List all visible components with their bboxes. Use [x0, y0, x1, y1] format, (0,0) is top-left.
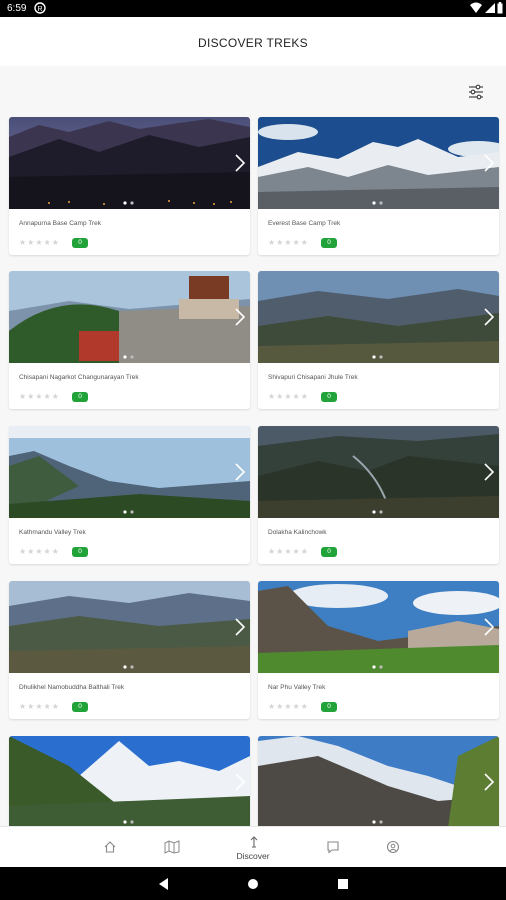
chevron-right-icon[interactable]	[483, 617, 495, 637]
recents-square-icon	[338, 879, 348, 889]
signal-icon	[485, 2, 496, 17]
star-rating: ★★★★★	[19, 547, 60, 556]
trek-name: Shivapuri Chisapani Jhule Trek	[268, 374, 358, 381]
rating-count-badge: 0	[72, 238, 88, 248]
chevron-right-icon[interactable]	[483, 462, 495, 482]
chevron-right-icon[interactable]	[234, 772, 246, 792]
nav-messages[interactable]	[304, 827, 364, 868]
trek-name: Kathmandu Valley Trek	[19, 529, 86, 536]
trek-card[interactable]: Chisapani Nagarkot Changunarayan Trek ★★…	[9, 271, 250, 409]
bottom-navigation: Discover	[0, 826, 506, 867]
trek-image	[258, 271, 499, 363]
nav-discover[interactable]: Discover	[223, 827, 283, 868]
trek-image	[258, 426, 499, 518]
rating-count-badge: 0	[72, 547, 88, 557]
star-rating: ★★★★★	[268, 702, 309, 711]
notification-icon: R	[34, 2, 46, 17]
trek-image	[258, 117, 499, 209]
nav-discover-label: Discover	[236, 851, 270, 861]
trek-card[interactable]: Dolakha Kalinchowk ★★★★★ 0	[258, 426, 499, 564]
trek-name: Annapurna Base Camp Trek	[19, 220, 102, 227]
discover-icon	[250, 836, 258, 848]
chevron-right-icon[interactable]	[234, 462, 246, 482]
app-bar: DISCOVER TREKS	[0, 17, 506, 66]
page-title: DISCOVER TREKS	[197, 36, 308, 50]
profile-icon	[386, 840, 400, 854]
svg-text:R: R	[38, 6, 43, 13]
nav-home[interactable]	[81, 827, 141, 868]
status-bar: 6:59 R	[0, 0, 506, 17]
trek-card[interactable]: Nar Phu Valley Trek ★★★★★ 0	[258, 581, 499, 719]
carousel-dots	[372, 201, 383, 205]
carousel-dots	[123, 665, 134, 669]
star-rating: ★★★★★	[268, 238, 309, 247]
home-system-button[interactable]	[244, 875, 262, 893]
chevron-right-icon[interactable]	[483, 772, 495, 792]
battery-icon	[497, 2, 503, 17]
chevron-right-icon[interactable]	[234, 153, 246, 173]
trek-image	[9, 271, 250, 363]
trek-image	[9, 581, 250, 673]
back-triangle-icon	[159, 878, 168, 890]
trek-name: Everest Base Camp Trek	[268, 220, 341, 227]
carousel-dots	[372, 510, 383, 514]
trek-list[interactable]: Annapurna Base Camp Trek ★★★★★ 0 Everest…	[0, 66, 506, 826]
trek-image	[9, 736, 250, 826]
trek-card[interactable]: Shivapuri Chisapani Jhule Trek ★★★★★ 0	[258, 271, 499, 409]
trek-image	[258, 736, 499, 826]
chevron-right-icon[interactable]	[234, 617, 246, 637]
carousel-dots	[123, 201, 134, 205]
trek-image	[258, 581, 499, 673]
chevron-right-icon[interactable]	[234, 307, 246, 327]
star-rating: ★★★★★	[268, 547, 309, 556]
nav-map[interactable]	[142, 827, 202, 868]
chevron-right-icon[interactable]	[483, 307, 495, 327]
trek-image	[9, 117, 250, 209]
carousel-dots	[372, 820, 383, 824]
trek-image	[9, 426, 250, 518]
trek-name: Chisapani Nagarkot Changunarayan Trek	[19, 374, 139, 381]
filter-sliders-icon	[469, 84, 483, 100]
rating-count-badge: 0	[72, 702, 88, 712]
trek-card[interactable]	[258, 736, 499, 826]
trek-card[interactable]: Dhulikhel Namobuddha Balthali Trek ★★★★★…	[9, 581, 250, 719]
carousel-dots	[372, 355, 383, 359]
wifi-icon	[470, 2, 482, 17]
star-rating: ★★★★★	[19, 702, 60, 711]
recents-button[interactable]	[334, 875, 352, 893]
carousel-dots	[372, 665, 383, 669]
star-rating: ★★★★★	[268, 392, 309, 401]
trek-card[interactable]: Everest Base Camp Trek ★★★★★ 0	[258, 117, 499, 255]
trek-card[interactable]	[9, 736, 250, 826]
message-icon	[327, 841, 339, 854]
rating-count-badge: 0	[72, 392, 88, 402]
carousel-dots	[123, 820, 134, 824]
rating-count-badge: 0	[321, 702, 337, 712]
rating-count-badge: 0	[321, 392, 337, 402]
nav-profile[interactable]	[364, 827, 424, 868]
rating-count-badge: 0	[321, 547, 337, 557]
home-icon	[104, 841, 116, 853]
home-circle-icon	[248, 879, 258, 889]
star-rating: ★★★★★	[19, 392, 60, 401]
star-rating: ★★★★★	[19, 238, 60, 247]
rating-count-badge: 0	[321, 238, 337, 248]
trek-name: Dolakha Kalinchowk	[268, 529, 327, 536]
chevron-right-icon[interactable]	[483, 153, 495, 173]
carousel-dots	[123, 355, 134, 359]
filter-button[interactable]	[466, 82, 486, 102]
trek-name: Dhulikhel Namobuddha Balthali Trek	[19, 684, 125, 691]
map-icon	[164, 840, 180, 854]
trek-card[interactable]: Kathmandu Valley Trek ★★★★★ 0	[9, 426, 250, 564]
trek-card[interactable]: Annapurna Base Camp Trek ★★★★★ 0	[9, 117, 250, 255]
trek-name: Nar Phu Valley Trek	[268, 684, 326, 691]
status-time: 6:59	[7, 3, 27, 14]
carousel-dots	[123, 510, 134, 514]
back-button[interactable]	[155, 875, 173, 893]
system-navigation-bar	[0, 867, 506, 900]
